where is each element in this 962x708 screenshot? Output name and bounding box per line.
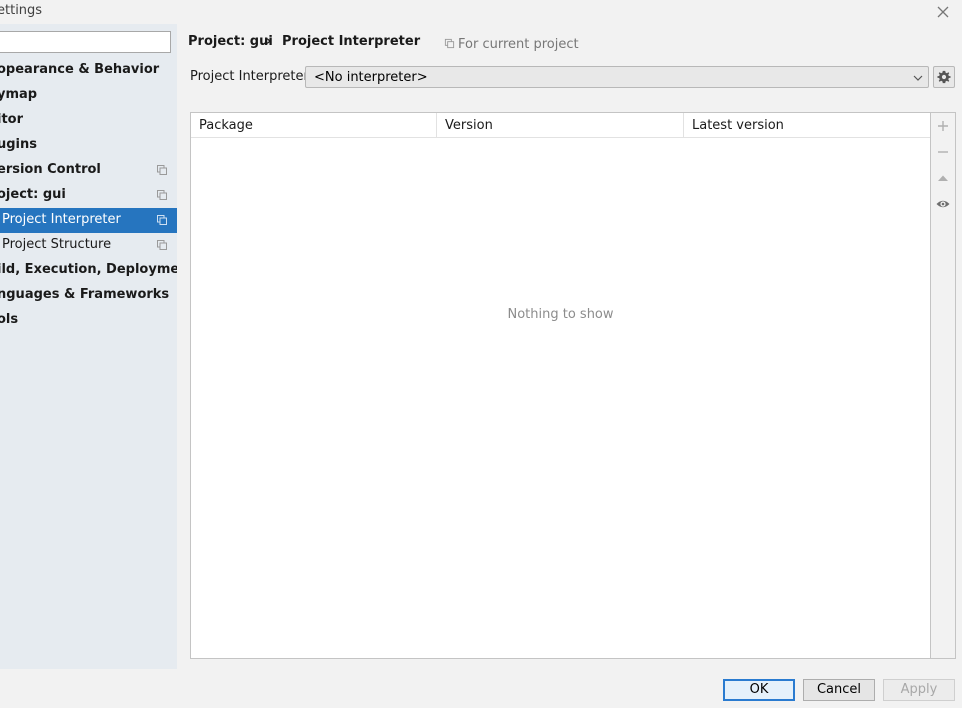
- sidebar-item-label: oject: gui: [0, 187, 66, 202]
- up-arrow-icon[interactable]: [935, 170, 951, 186]
- copy-icon: [156, 189, 168, 201]
- sidebar-item-tools[interactable]: ols: [0, 308, 177, 333]
- apply-button[interactable]: Apply: [883, 679, 955, 701]
- sidebar-item-label: ersion Control: [0, 162, 101, 177]
- sidebar-item-editor[interactable]: itor: [0, 108, 177, 133]
- sidebar-item-label: nguages & Frameworks: [0, 287, 170, 302]
- sidebar-item-label: ols: [0, 312, 19, 327]
- table-header: Package Version Latest version: [191, 113, 930, 138]
- breadcrumb-project-gui[interactable]: Project: gui: [188, 34, 273, 49]
- sidebar-item-plugins[interactable]: ugins: [0, 133, 177, 158]
- package-table[interactable]: Package Version Latest version Nothing t…: [190, 112, 931, 659]
- page-title: Project Interpreter: [282, 34, 421, 49]
- plus-icon[interactable]: [935, 118, 951, 134]
- settings-sidebar: opearance & Behavior ymap itor ugins ers…: [0, 24, 177, 669]
- sidebar-item-keymap[interactable]: ymap: [0, 83, 177, 108]
- scope-text: For current project: [458, 37, 579, 52]
- sidebar-item-label: ugins: [0, 137, 38, 152]
- sidebar-item-label: Project Structure: [2, 237, 112, 252]
- sidebar-item-project-gui[interactable]: oject: gui: [0, 183, 177, 208]
- column-header-latest-version[interactable]: Latest version: [684, 113, 930, 138]
- title-bar: ettings: [0, 0, 962, 24]
- gear-icon: [937, 70, 951, 84]
- column-header-package[interactable]: Package: [191, 113, 437, 138]
- sidebar-item-label: itor: [0, 112, 24, 127]
- column-header-version[interactable]: Version: [437, 113, 684, 138]
- window-title: ettings: [0, 3, 43, 18]
- interpreter-settings-button[interactable]: [933, 66, 955, 88]
- scope-label: For current project: [444, 37, 579, 52]
- ok-button[interactable]: OK: [723, 679, 795, 701]
- empty-table-message: Nothing to show: [507, 307, 614, 322]
- sidebar-item-label: ild, Execution, Deployment: [0, 262, 177, 277]
- copy-icon: [156, 214, 168, 226]
- interpreter-value: <No interpreter>: [314, 70, 428, 85]
- copy-icon: [156, 164, 168, 176]
- breadcrumb-separator: ›: [266, 34, 272, 49]
- sidebar-item-project-interpreter[interactable]: Project Interpreter: [0, 208, 177, 233]
- sidebar-item-label: Project Interpreter: [2, 212, 121, 227]
- sidebar-item-version-control[interactable]: ersion Control: [0, 158, 177, 183]
- chevron-down-icon: [912, 72, 924, 84]
- cancel-button[interactable]: Cancel: [803, 679, 875, 701]
- package-toolbar: [931, 112, 956, 659]
- copy-icon: [156, 239, 168, 251]
- interpreter-dropdown[interactable]: <No interpreter>: [305, 66, 929, 88]
- settings-search-input[interactable]: [0, 31, 171, 53]
- sidebar-item-appearance-behavior[interactable]: opearance & Behavior: [0, 58, 177, 83]
- interpreter-label: Project Interpreter:: [190, 69, 314, 84]
- sidebar-item-project-structure[interactable]: Project Structure: [0, 233, 177, 258]
- sidebar-item-label: opearance & Behavior: [0, 62, 160, 77]
- sidebar-item-languages-frameworks[interactable]: nguages & Frameworks: [0, 283, 177, 308]
- close-icon[interactable]: [934, 3, 952, 21]
- copy-icon: [444, 38, 455, 49]
- eye-icon[interactable]: [935, 196, 951, 212]
- sidebar-item-build-execution-deployment[interactable]: ild, Execution, Deployment: [0, 258, 177, 283]
- sidebar-item-label: ymap: [0, 87, 38, 102]
- minus-icon[interactable]: [935, 144, 951, 160]
